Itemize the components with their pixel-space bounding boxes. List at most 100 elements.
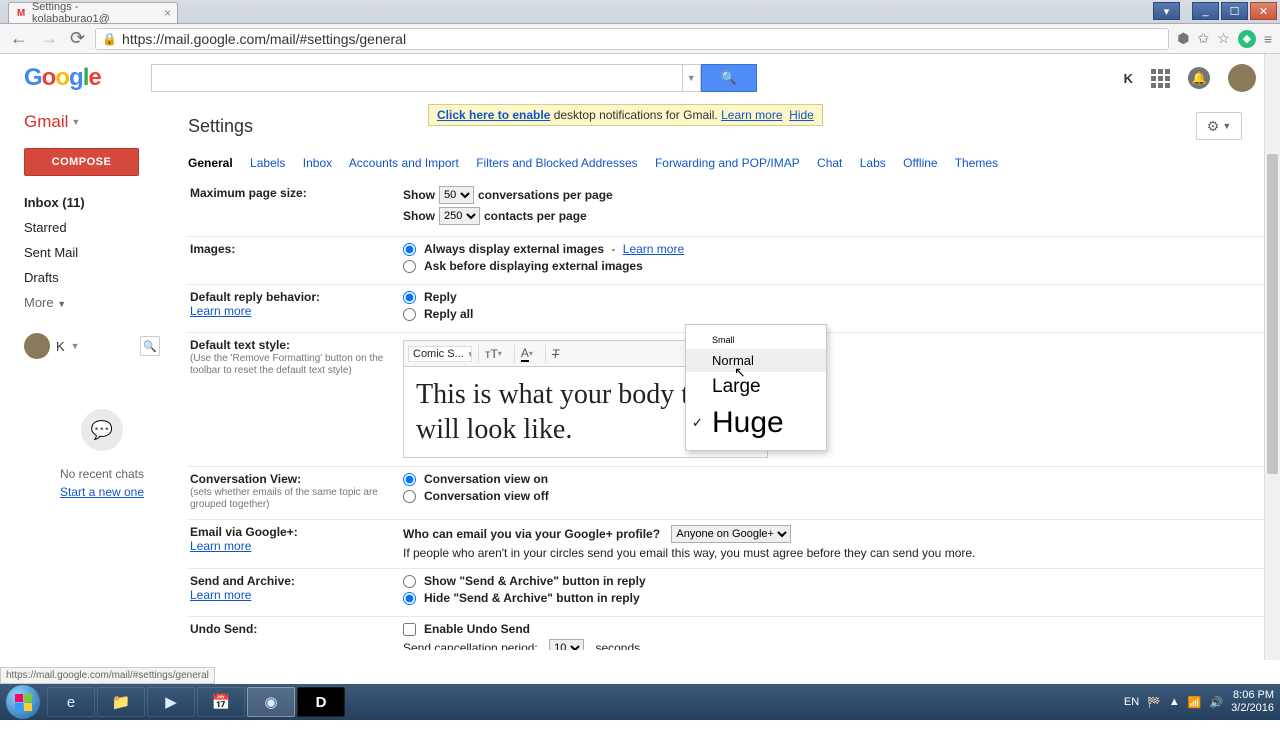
- label-reply: Default reply behavior: Learn more: [188, 290, 403, 324]
- forward-button[interactable]: →: [38, 28, 60, 49]
- tray-flag-icon[interactable]: 🏁: [1147, 696, 1161, 709]
- enable-notifications-link[interactable]: Click here to enable: [437, 108, 550, 122]
- tray-expand-icon[interactable]: ▲: [1169, 696, 1180, 708]
- undo-period-select[interactable]: 10: [549, 639, 584, 650]
- user-initial[interactable]: K: [1124, 71, 1133, 86]
- sidebar-item-drafts[interactable]: Drafts: [24, 265, 180, 290]
- taskbar-app-icon[interactable]: D: [297, 687, 345, 717]
- window-maximize-button[interactable]: ☐: [1221, 2, 1248, 20]
- tab-themes[interactable]: Themes: [955, 156, 998, 170]
- conversations-per-page-select[interactable]: 50: [439, 186, 474, 204]
- search-options-dropdown[interactable]: ▼: [682, 65, 700, 91]
- sidebar-item-starred[interactable]: Starred: [24, 215, 180, 240]
- tab-offline[interactable]: Offline: [903, 156, 937, 170]
- reply-all-radio[interactable]: [403, 308, 416, 321]
- conv-view-on-radio[interactable]: [403, 473, 416, 486]
- conv-view-off-radio[interactable]: [403, 490, 416, 503]
- font-size-option-normal[interactable]: Normal: [686, 349, 826, 372]
- taskbar-explorer-icon[interactable]: 📁: [97, 687, 145, 717]
- taskbar-chrome-icon[interactable]: ◉: [247, 687, 295, 717]
- gplus-who-select[interactable]: Anyone on Google+: [671, 525, 791, 543]
- send-archive-show-radio[interactable]: [403, 575, 416, 588]
- tab-chat[interactable]: Chat: [817, 156, 842, 170]
- browser-tab[interactable]: M Settings - kolababurao1@ ×: [8, 2, 178, 23]
- font-size-option-small[interactable]: Small: [686, 331, 826, 349]
- learn-more-link[interactable]: Learn more: [190, 588, 251, 602]
- browser-extensions: ⬢ ✩ ☆ ◆ ≡: [1177, 30, 1272, 48]
- avatar: [24, 333, 50, 359]
- taskbar-media-icon[interactable]: ▶: [147, 687, 195, 717]
- settings-gear-button[interactable]: ⚙▼: [1196, 112, 1242, 140]
- search-input[interactable]: ▼: [151, 64, 701, 92]
- tab-close-icon[interactable]: ×: [164, 6, 171, 20]
- browser-toolbar: ← → ⟳ 🔒 https://mail.google.com/mail/#se…: [0, 24, 1280, 54]
- extension-icon[interactable]: ☆: [1217, 30, 1230, 47]
- tab-accounts[interactable]: Accounts and Import: [349, 156, 459, 170]
- gmail-favicon: M: [15, 7, 27, 19]
- apps-grid-icon[interactable]: [1151, 69, 1170, 88]
- images-always-radio[interactable]: [403, 243, 416, 256]
- font-color-select[interactable]: A ▾: [514, 345, 539, 363]
- font-family-select[interactable]: Comic S... ▼: [408, 346, 472, 362]
- font-size-option-huge[interactable]: ✓Huge: [686, 402, 826, 444]
- extension-icon[interactable]: ◆: [1238, 30, 1256, 48]
- start-button[interactable]: [6, 685, 40, 719]
- taskbar-calendar-icon[interactable]: 📅: [197, 687, 245, 717]
- hide-link[interactable]: Hide: [789, 108, 814, 122]
- tab-general[interactable]: General: [188, 156, 233, 170]
- images-ask-radio[interactable]: [403, 260, 416, 273]
- chrome-menu-icon[interactable]: ≡: [1264, 31, 1272, 47]
- reload-button[interactable]: ⟳: [68, 28, 87, 49]
- browser-tabbar: M Settings - kolababurao1@ × ▾ _ ☐ ✕: [0, 0, 1280, 24]
- page-scrollbar[interactable]: [1264, 54, 1280, 660]
- tray-volume-icon[interactable]: 🔊: [1209, 696, 1223, 709]
- address-bar[interactable]: 🔒 https://mail.google.com/mail/#settings…: [95, 28, 1169, 50]
- window-controls: _ ☐ ✕: [1192, 2, 1277, 20]
- search-button[interactable]: 🔍: [701, 64, 757, 92]
- start-chat-link[interactable]: Start a new one: [60, 485, 144, 499]
- tray-clock[interactable]: 8:06 PM 3/2/2016: [1231, 689, 1274, 714]
- sidebar-item-more[interactable]: More ▼: [24, 290, 180, 315]
- tray-network-icon[interactable]: 📶: [1188, 696, 1202, 709]
- tab-inbox[interactable]: Inbox: [303, 156, 332, 170]
- window-menu-button[interactable]: ▾: [1153, 2, 1180, 20]
- bookmark-icon[interactable]: ✩: [1198, 30, 1210, 47]
- tab-forwarding[interactable]: Forwarding and POP/IMAP: [655, 156, 800, 170]
- status-bar-url: https://mail.google.com/mail/#settings/g…: [0, 667, 215, 684]
- tray-lang[interactable]: EN: [1124, 696, 1139, 708]
- font-size-select[interactable]: тT ▾: [478, 345, 508, 363]
- notifications-icon[interactable]: 🔔: [1188, 67, 1210, 89]
- tab-filters[interactable]: Filters and Blocked Addresses: [476, 156, 637, 170]
- product-switcher[interactable]: Gmail▼: [24, 112, 180, 132]
- contacts-per-page-select[interactable]: 250: [439, 207, 480, 225]
- scrollbar-thumb[interactable]: [1267, 154, 1278, 474]
- hangouts-search-button[interactable]: 🔍: [140, 336, 160, 356]
- reply-radio[interactable]: [403, 291, 416, 304]
- learn-more-link[interactable]: Learn more: [190, 539, 251, 553]
- tab-labels[interactable]: Labels: [250, 156, 285, 170]
- tab-title: Settings - kolababurao1@: [32, 1, 159, 25]
- window-close-button[interactable]: ✕: [1250, 2, 1277, 20]
- hangouts-user-row[interactable]: K ▼ 🔍: [24, 333, 180, 359]
- window-minimize-button[interactable]: _: [1192, 2, 1219, 20]
- undo-send-checkbox[interactable]: [403, 623, 416, 636]
- search-field[interactable]: [152, 71, 682, 86]
- sidebar-item-sent[interactable]: Sent Mail: [24, 240, 180, 265]
- avatar[interactable]: [1228, 64, 1256, 92]
- tab-labs[interactable]: Labs: [860, 156, 886, 170]
- extension-icon[interactable]: ⬢: [1177, 30, 1189, 47]
- compose-button[interactable]: COMPOSE: [24, 148, 139, 176]
- google-logo[interactable]: Google: [24, 64, 101, 92]
- lock-icon: 🔒: [102, 32, 117, 46]
- taskbar-ie-icon[interactable]: e: [47, 687, 95, 717]
- learn-more-link[interactable]: Learn more: [623, 242, 684, 256]
- learn-more-link[interactable]: Learn more: [721, 108, 782, 122]
- send-archive-hide-radio[interactable]: [403, 592, 416, 605]
- remove-formatting-button[interactable]: T: [545, 345, 565, 363]
- learn-more-link[interactable]: Learn more: [190, 304, 251, 318]
- back-button[interactable]: ←: [8, 28, 30, 49]
- main: Gmail▼ COMPOSE Inbox (11) Starred Sent M…: [0, 102, 1280, 732]
- sidebar-item-inbox[interactable]: Inbox (11): [24, 190, 180, 215]
- row-send-archive: Send and Archive: Learn more Show "Send …: [188, 569, 1270, 617]
- font-size-option-large[interactable]: Large: [686, 372, 826, 402]
